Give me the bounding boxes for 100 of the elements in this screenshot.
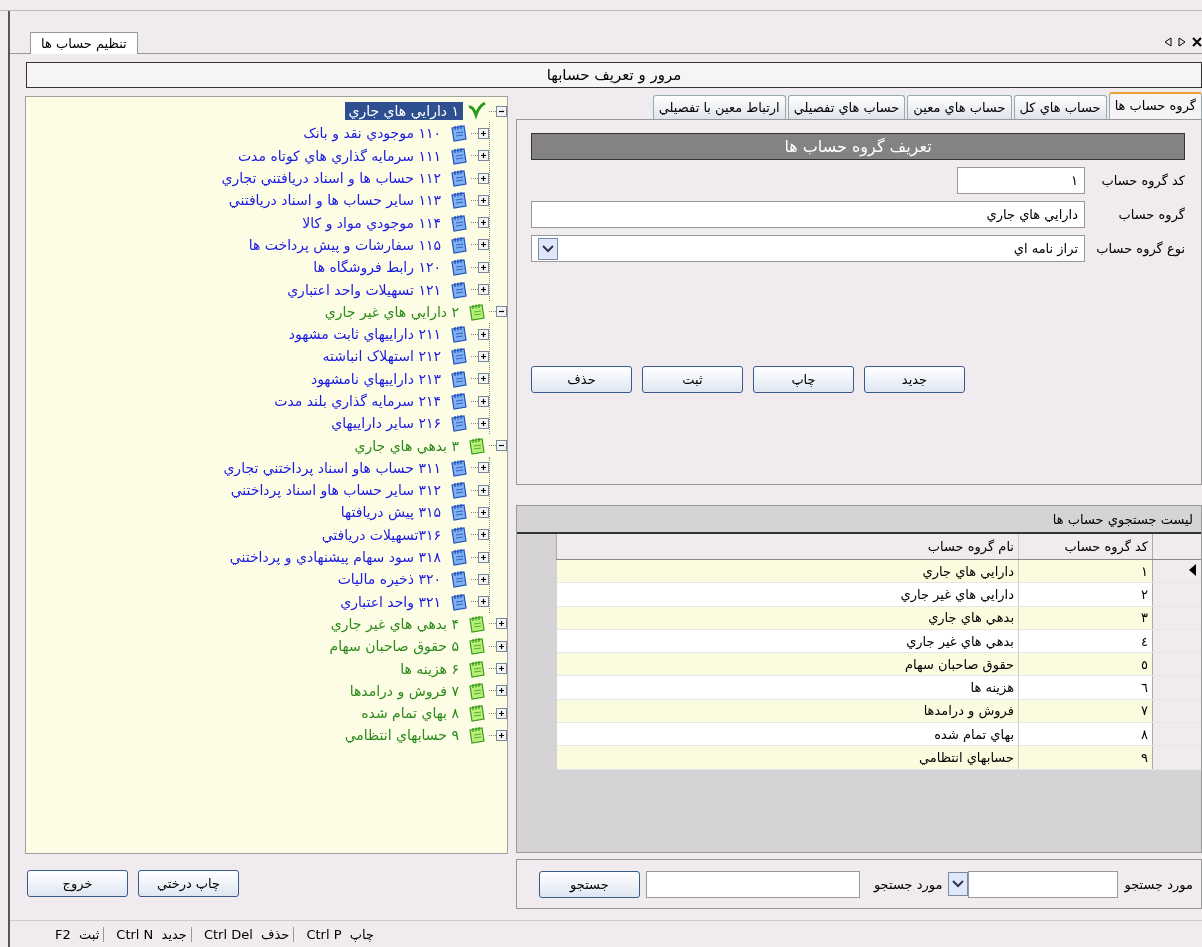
expand-icon[interactable] xyxy=(478,596,489,608)
nav-left-icon[interactable] xyxy=(1164,37,1172,47)
tree-item[interactable]: ۴ بدهي هاي غير جاري xyxy=(326,614,463,633)
expand-icon[interactable] xyxy=(478,172,489,184)
tree-item[interactable]: ۳۱۶تسهيلات دريافتي xyxy=(317,525,445,544)
tree-item[interactable]: ۳۲۰ ذخيره ماليات xyxy=(333,570,445,589)
column-header[interactable]: کد گروه حساب xyxy=(1018,534,1153,560)
tree-item[interactable]: ۳۱۲ ساير حساب هاو اسناد پرداختني xyxy=(226,481,445,500)
tree-item[interactable]: ۲۱۱ داراييهاي ثابت مشهود xyxy=(284,325,445,344)
notebook-icon xyxy=(467,658,487,679)
expand-icon[interactable] xyxy=(478,529,489,541)
tree-item[interactable]: ۱ دارايي هاي جاري xyxy=(344,102,463,121)
expand-icon[interactable] xyxy=(478,417,489,429)
input-field[interactable]: دارايي هاي جاري xyxy=(531,201,1085,228)
table-cell: دارايي هاي غير جاري xyxy=(556,582,1019,607)
row-pointer-icon xyxy=(1189,563,1197,576)
expand-icon[interactable] xyxy=(478,484,489,496)
dropdown-field[interactable]: تراز نامه اي xyxy=(531,235,1085,262)
tab[interactable]: حساب هاي کل xyxy=(1013,95,1107,119)
notebook-icon xyxy=(467,636,487,657)
dropdown-field[interactable] xyxy=(968,870,1119,898)
row-header[interactable] xyxy=(1152,559,1201,583)
collapse-icon[interactable] xyxy=(496,306,507,318)
expand-icon[interactable] xyxy=(478,350,489,362)
tree-item[interactable]: ۱۱۲ حساب ها و اسناد دريافتني تجاري xyxy=(217,169,445,188)
expand-icon[interactable] xyxy=(478,194,489,206)
expand-icon[interactable] xyxy=(496,640,507,652)
tree-item[interactable]: ۲۱۲ استهلاک انباشته xyxy=(318,347,445,366)
expand-icon[interactable] xyxy=(478,507,489,518)
tree-item[interactable]: ۳۱۸ سود سهام پيشنهادي و پرداختني xyxy=(225,548,445,567)
expand-icon[interactable] xyxy=(478,395,489,407)
tree-item[interactable]: ۱۱۵ سفارشات و پيش پرداخت ها xyxy=(244,235,445,254)
tab[interactable]: حساب هاي معين xyxy=(907,95,1012,119)
expand-icon[interactable] xyxy=(496,618,507,630)
tree-item[interactable]: ۱۱۴ موجودي مواد و کالا xyxy=(298,213,445,232)
table-cell: ٣ xyxy=(1018,606,1153,630)
tree-item[interactable]: ۸ بهاي تمام شده xyxy=(357,704,463,723)
form-button[interactable]: ثبت xyxy=(642,366,743,393)
search-button[interactable]: جستجو xyxy=(538,870,640,898)
expand-icon[interactable] xyxy=(496,729,507,741)
tree-item[interactable]: ۲ دارايي هاي غير جاري xyxy=(320,302,463,321)
nav-right-icon[interactable] xyxy=(1178,37,1186,47)
tree-button[interactable]: خروج xyxy=(27,870,128,897)
form-button[interactable]: جديد xyxy=(864,366,965,393)
notebook-icon xyxy=(449,591,469,612)
expand-icon[interactable] xyxy=(496,707,507,719)
form-button[interactable]: چاپ xyxy=(753,366,854,393)
input-field[interactable] xyxy=(645,870,860,898)
table-cell: ٦ xyxy=(1018,676,1153,700)
close-icon[interactable] xyxy=(1192,37,1202,47)
document-tab[interactable]: تنظيم حساب ها xyxy=(30,32,138,54)
notebook-icon xyxy=(449,234,469,255)
expand-icon[interactable] xyxy=(478,150,489,162)
expand-icon[interactable] xyxy=(478,261,489,273)
expand-icon[interactable] xyxy=(478,239,489,251)
tree-item[interactable]: ۲۱۴ سرمايه گذاري بلند مدت xyxy=(270,392,445,410)
expand-icon[interactable] xyxy=(478,328,489,340)
expand-icon[interactable] xyxy=(478,217,489,229)
collapse-icon[interactable] xyxy=(496,105,507,117)
expand-icon[interactable] xyxy=(478,551,489,563)
table-cell: ٩ xyxy=(1018,745,1153,770)
tree-item[interactable]: ۶ هزينه ها xyxy=(396,659,463,678)
tree-item[interactable]: ۱۲۰ رابط فروشگاه ها xyxy=(309,258,445,277)
table-cell: بدهي هاي جاري xyxy=(556,606,1019,630)
tree-item[interactable]: ۵ حقوق صاحبان سهام xyxy=(325,637,463,656)
tree-item[interactable]: ۳۱۱ حساب هاو اسناد پرداختني تجاري xyxy=(219,458,445,477)
expand-icon[interactable] xyxy=(496,685,507,697)
expand-icon[interactable] xyxy=(496,663,507,675)
tree-button[interactable]: چاپ درختي xyxy=(138,870,239,897)
tree-item[interactable]: ۲۱۶ ساير داراييهاي xyxy=(327,414,445,433)
notebook-icon xyxy=(449,212,469,233)
expand-icon[interactable] xyxy=(478,373,489,385)
input-field[interactable]: ۱ xyxy=(957,167,1085,194)
tree-item[interactable]: ۹ حسابهاي انتظامي xyxy=(340,726,463,745)
table-cell: بهاي تمام شده xyxy=(556,722,1019,746)
expand-icon[interactable] xyxy=(478,284,489,295)
table-cell: ٥ xyxy=(1018,652,1153,676)
expand-icon[interactable] xyxy=(478,127,489,139)
expand-icon[interactable] xyxy=(478,462,489,474)
tree-item[interactable]: ۱۲۱ تسهيلات واحد اعتباري xyxy=(283,280,445,299)
field-label: گروه حساب xyxy=(1117,207,1185,222)
column-header[interactable]: نام گروه حساب xyxy=(556,534,1019,560)
table-cell: ٤ xyxy=(1018,629,1153,653)
tree-item[interactable]: ۳۱۵ پيش دريافتها xyxy=(336,503,445,522)
collapse-icon[interactable] xyxy=(496,440,507,452)
tree-item[interactable]: ۳ بدهي هاي جاري xyxy=(350,436,463,455)
notebook-icon xyxy=(449,145,469,166)
tab[interactable]: گروه حساب ها xyxy=(1108,92,1202,119)
tab[interactable]: حساب هاي تفصيلي xyxy=(787,95,906,119)
tree-item[interactable]: ۱۱۰ موجودي نقد و بانک xyxy=(299,124,445,143)
tab[interactable]: ارتباط معين با تفصيلي xyxy=(652,95,786,119)
tree-item[interactable]: ۱۱۱ سرمايه گذاري هاي کوتاه مدت xyxy=(233,146,445,165)
tree-item[interactable]: ۳۲۱ واحد اعتباري xyxy=(336,592,445,611)
tree-item[interactable]: ۲۱۳ داراييهاي نامشهود xyxy=(306,369,445,388)
expand-icon[interactable] xyxy=(478,573,489,585)
table-cell: ٨ xyxy=(1018,722,1153,746)
tree-item[interactable]: ۷ فروش و درامدها xyxy=(345,681,463,700)
form-button[interactable]: حذف xyxy=(531,366,632,393)
notebook-icon xyxy=(449,569,469,590)
tree-item[interactable]: ۱۱۳ ساير حساب ها و اسناد دريافتني xyxy=(224,191,445,210)
